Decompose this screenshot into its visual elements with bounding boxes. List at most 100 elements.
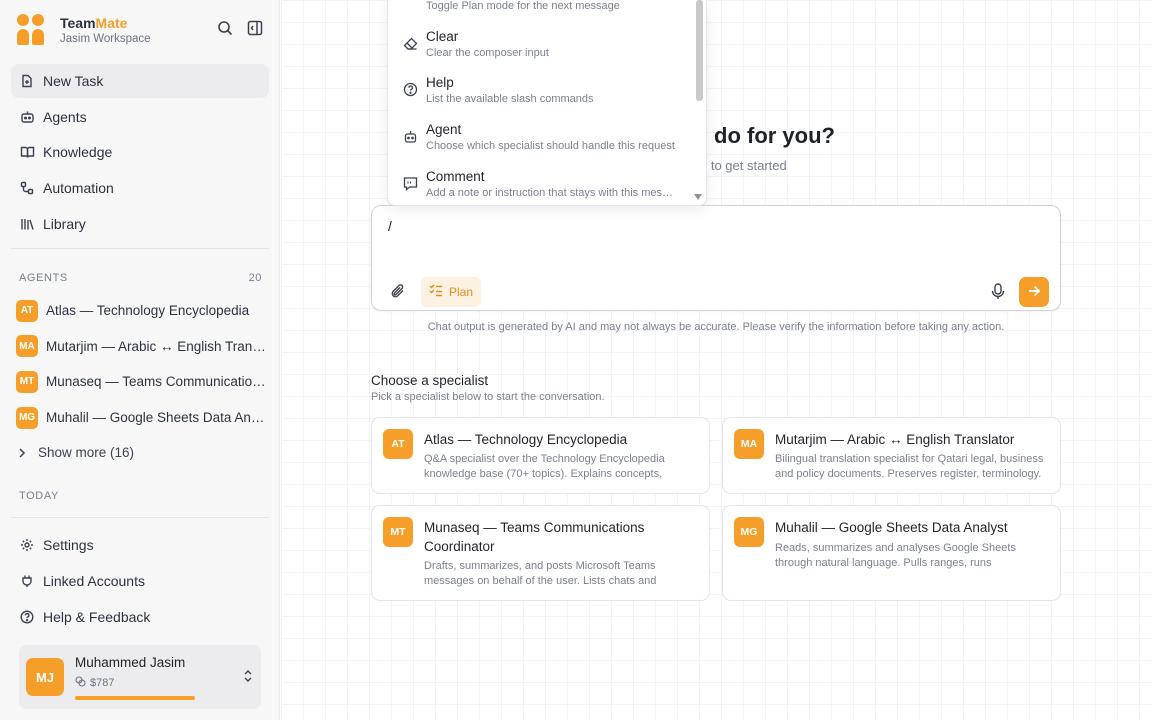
show-more-label: Show more (16) [38,445,135,461]
slash-command-agent[interactable]: Agent Choose which specialist should han… [388,122,688,166]
nav-label: Settings [43,537,94,553]
microphone-icon[interactable] [991,283,1005,303]
menu-scrollbar-thumb[interactable] [696,0,703,101]
nav-knowledge[interactable]: Knowledge [11,135,269,169]
today-section-header: TODAY [19,490,262,502]
slash-command-menu: Toggle Plan mode for the next message Cl… [387,0,707,206]
specialist-avatar: AT [383,429,413,459]
specialist-card[interactable]: MA Mutarjim — Arabic ↔ English Translato… [722,417,1061,494]
brand-name: TeamMate [60,15,128,31]
agent-name: Atlas — Technology Encyclopedia [46,303,250,319]
composer[interactable]: / Plan [371,205,1061,311]
nav-label: Help & Feedback [43,609,151,625]
command-hint: Toggle Plan mode for the next message [426,0,620,12]
credits-value: $787 [90,677,115,689]
help-circle-icon [402,82,418,97]
usage-bar [75,696,195,700]
brand: TeamMate Jasim Workspace [16,12,151,48]
nav-new-task[interactable]: New Task [11,64,269,98]
automation-icon [19,181,35,195]
chevron-updown-icon [243,669,253,686]
specialist-card[interactable]: MT Munaseq — Teams Communications Coordi… [371,505,710,601]
ai-disclaimer: Chat output is generated by AI and may n… [427,321,1005,333]
specialist-title: Munaseq — Teams Communications Coordinat… [424,520,645,554]
agent-item[interactable]: MG Muhalil — Google Sheets Data Analyst [11,400,269,436]
nav-label: Agents [43,108,87,125]
user-name: Muhammed Jasim [75,655,186,670]
nav-label: Knowledge [43,144,113,161]
specialist-title: Atlas — Technology Encyclopedia [424,432,628,447]
specialists-title: Choose a specialist [371,373,489,388]
specialist-card[interactable]: AT Atlas — Technology Encyclopedia Q&A s… [371,417,710,494]
nav-label: Library [43,215,86,232]
nav-label: Linked Accounts [43,573,145,589]
paperclip-icon[interactable] [390,283,406,302]
coins-icon [75,676,86,690]
nav-settings[interactable]: Settings [11,528,269,562]
nav-automation[interactable]: Automation [11,171,269,205]
section-title: AGENTS [19,272,68,284]
agent-name: Munaseq — Teams Communications Coordinat… [46,374,266,390]
composer-input[interactable]: / [388,218,392,234]
slash-command-help[interactable]: Help List the available slash commands [388,75,688,119]
specialist-avatar: MG [734,517,764,547]
command-hint: Clear the composer input [426,47,549,59]
agent-name: Muhalil — Google Sheets Data Analyst [46,410,266,426]
plan-label: Plan [449,285,474,299]
scroll-down-arrow-icon[interactable] [694,194,702,200]
slash-command-comment[interactable]: Comment Add a note or instruction that s… [388,169,688,205]
eraser-icon [402,36,418,51]
agent-avatar: MG [16,406,38,429]
agent-item[interactable]: MT Munaseq — Teams Communications Coordi… [11,364,269,400]
agent-avatar: MA [16,335,38,358]
bot-icon [402,129,418,144]
nav-agents[interactable]: Agents [11,100,269,134]
slash-command-clear[interactable]: Clear Clear the composer input [388,29,688,73]
command-label: Agent [426,122,462,137]
agent-item[interactable]: AT Atlas — Technology Encyclopedia [11,293,269,329]
section-title: TODAY [19,490,59,502]
specialist-description: Q&A specialist over the Technology Encyc… [424,453,665,480]
specialist-description: Drafts, summarizes, and posts Microsoft … [424,560,657,587]
comment-icon [402,176,418,191]
nav-library[interactable]: Library [11,207,269,241]
hero-subtitle: g to get started [700,158,787,173]
send-button[interactable] [1019,277,1049,307]
nav-label: Automation [43,180,114,197]
command-label: Clear [426,29,459,44]
command-label: Help [426,75,454,90]
agents-section-header: AGENTS 20 [19,272,262,284]
agents-icon [19,110,35,124]
agents-count: 20 [248,272,262,284]
user-card[interactable]: MJ Muhammed Jasim $787 [19,645,261,709]
divider [11,248,269,249]
specialists-subtitle: Pick a specialist below to start the con… [371,391,605,403]
plan-mode-button[interactable]: Plan [421,277,482,307]
nav-help-feedback[interactable]: Help & Feedback [11,600,269,634]
nav-label: New Task [43,73,104,89]
sidebar-toggle-icon[interactable] [247,20,263,36]
workspace-name: Jasim Workspace [60,33,151,45]
main-nav: New Task Agents Knowledge Automation Lib… [11,64,269,242]
command-hint: Choose which specialist should handle th… [426,140,675,152]
slash-command-plan[interactable]: Toggle Plan mode for the next message [388,0,688,26]
specialist-card[interactable]: MG Muhalil — Google Sheets Data Analyst … [722,505,1061,601]
nav-linked-accounts[interactable]: Linked Accounts [11,564,269,598]
divider [11,517,269,518]
specialist-title: Mutarjim — Arabic ↔ English Translator [775,432,1015,447]
agent-name: Mutarjim — Arabic ↔ English Translator [46,338,266,354]
specialist-description: Bilingual translation specialist for Qat… [775,453,1044,480]
new-task-icon [19,74,35,88]
avatar: MJ [26,658,64,696]
agent-list: AT Atlas — Technology Encyclopedia MA Mu… [11,293,269,470]
search-icon[interactable] [217,20,233,36]
arrow-right-icon [1027,284,1041,301]
teammate-logo [16,12,46,48]
chevron-right-icon [16,447,28,459]
show-more-agents[interactable]: Show more (16) [11,435,269,470]
specialist-avatar: MT [383,517,413,547]
agent-item[interactable]: MA Mutarjim — Arabic ↔ English Translato… [11,329,269,365]
agent-avatar: AT [16,299,38,322]
command-label: Comment [426,169,485,184]
credits-balance: $787 [75,676,114,690]
